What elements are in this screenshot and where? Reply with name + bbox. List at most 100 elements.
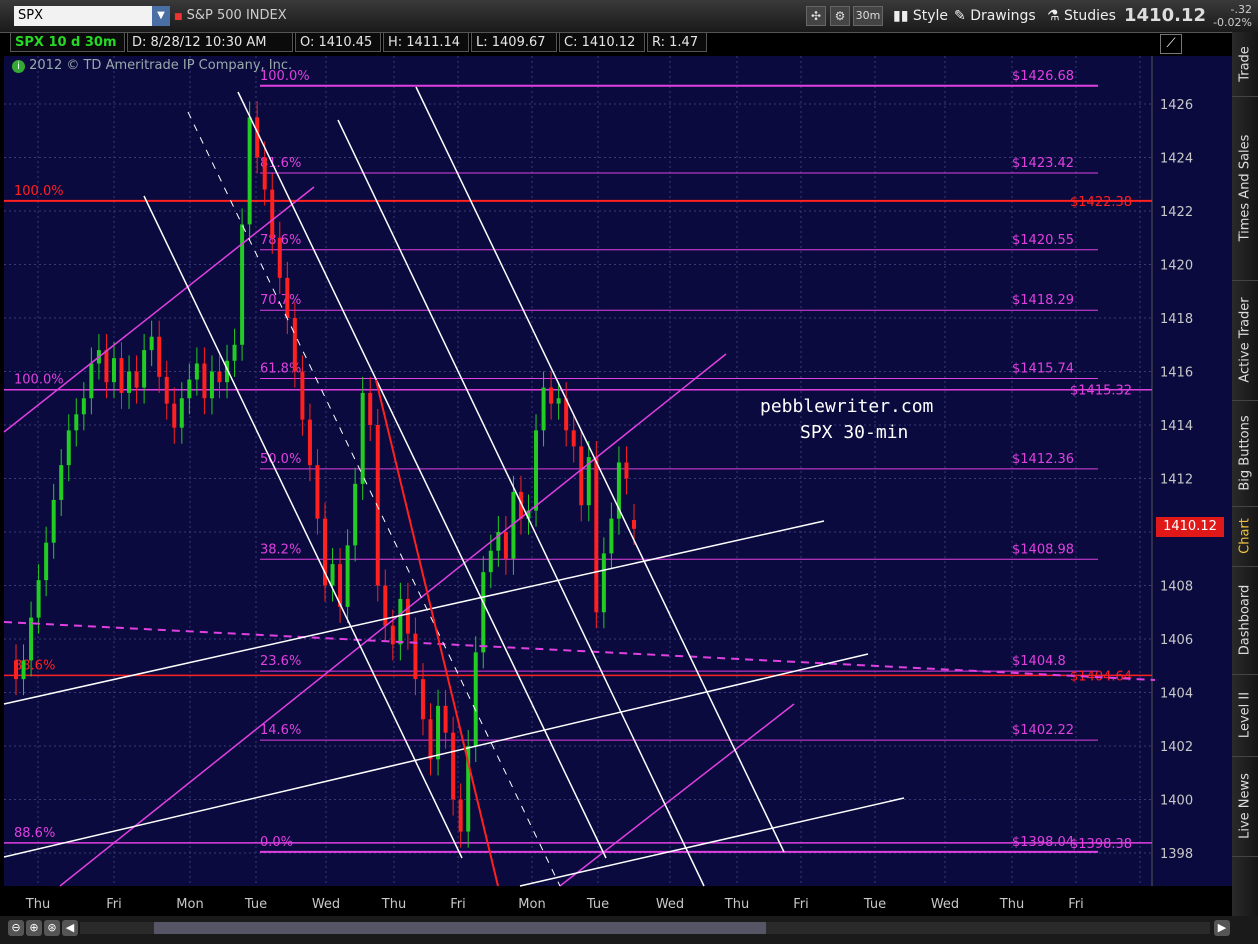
tab-dashboard[interactable]: Dashboard — [1232, 566, 1258, 675]
candle-body — [277, 237, 282, 278]
candle-body — [594, 457, 599, 613]
fib-price-label: $1415.74 — [1012, 361, 1074, 376]
candle-body — [473, 652, 478, 746]
candle-body — [420, 679, 425, 720]
fib-price-label: $1418.29 — [1012, 293, 1074, 308]
candle-body — [360, 392, 365, 484]
price-axis-panel — [1152, 56, 1232, 886]
current-price-label: 1410.12 — [1156, 517, 1224, 537]
x-tick-label: Thu — [25, 897, 50, 912]
candle-body — [74, 414, 79, 431]
zoom-out-icon[interactable]: ⊖ — [8, 920, 24, 936]
scroll-left-icon[interactable]: ◀ — [62, 920, 78, 936]
level-price-label: $1422.38 — [1070, 195, 1132, 210]
fib-level-label: 50.0% — [260, 452, 301, 467]
y-tick-label: 1412 — [1160, 473, 1193, 488]
tab-level-ii[interactable]: Level II — [1232, 674, 1258, 757]
zoom-in-icon[interactable]: ⊕ — [26, 920, 42, 936]
scroll-thumb[interactable] — [154, 922, 766, 934]
candle-body — [247, 117, 252, 225]
x-tick-label: Fri — [106, 897, 122, 912]
candle-body — [270, 189, 275, 238]
scroll-right-icon[interactable]: ▶ — [1214, 920, 1230, 936]
candle-body — [632, 519, 636, 529]
candle-body — [556, 398, 561, 404]
fib-price-label: $1412.36 — [1012, 452, 1074, 467]
y-tick-label: 1426 — [1160, 98, 1193, 113]
candle-body — [21, 660, 26, 680]
candle-body — [579, 446, 584, 506]
candle-body — [104, 350, 109, 383]
y-tick-label: 1418 — [1160, 312, 1193, 327]
candle-body — [413, 633, 418, 680]
tab-big-buttons[interactable]: Big Buttons — [1232, 400, 1258, 507]
x-tick-label: Thu — [999, 897, 1024, 912]
candle-body — [14, 660, 18, 680]
x-tick-label: Thu — [381, 897, 406, 912]
level-pct-label: 100.0% — [14, 373, 64, 388]
tab-trade[interactable]: Trade — [1232, 32, 1258, 97]
candle-body — [89, 363, 94, 399]
candle-body — [345, 545, 350, 607]
y-tick-label: 1424 — [1160, 152, 1193, 167]
x-tick-label: Tue — [863, 897, 886, 912]
tab-live-news[interactable]: Live News — [1232, 756, 1258, 857]
candle-body — [36, 580, 41, 618]
candle-body — [81, 398, 86, 415]
fib-price-label: $1408.98 — [1012, 542, 1074, 557]
zoom-fit-icon[interactable]: ⊛ — [44, 920, 60, 936]
tab-active-trader[interactable]: Active Trader — [1232, 280, 1258, 401]
x-tick-label: Fri — [450, 897, 466, 912]
candle-body — [255, 117, 260, 158]
x-tick-label: Fri — [1068, 897, 1084, 912]
candle-body — [285, 277, 290, 318]
fib-price-label: $1402.22 — [1012, 723, 1074, 738]
y-tick-label: 1404 — [1160, 687, 1193, 702]
candle-body — [375, 425, 380, 586]
scroll-track[interactable] — [80, 922, 1210, 934]
candle-body — [187, 379, 192, 399]
level-pct-label: 100.0% — [14, 184, 64, 199]
candle-body — [488, 550, 493, 573]
level-pct-label: 88.6% — [14, 826, 55, 841]
candle-body — [541, 387, 546, 431]
candle-body — [436, 705, 441, 760]
y-tick-label: 1422 — [1160, 205, 1193, 220]
price-chart[interactable]: 1398140014021404140614081410141214141416… — [0, 0, 1232, 916]
plot-background — [4, 56, 1152, 886]
y-tick-label: 1420 — [1160, 259, 1193, 274]
x-tick-label: Wed — [931, 897, 959, 912]
candle-body — [134, 371, 139, 388]
candle-body — [209, 371, 214, 399]
fib-level-label: 14.6% — [260, 723, 301, 738]
watermark-line2: SPX 30-min — [800, 422, 909, 443]
candle-body — [59, 465, 64, 500]
y-tick-label: 1414 — [1160, 419, 1193, 434]
candle-body — [194, 363, 199, 380]
fib-price-label: $1420.55 — [1012, 233, 1074, 248]
candle-body — [443, 705, 448, 733]
candle-body — [549, 387, 554, 404]
candle-body — [164, 376, 169, 404]
candle-body — [232, 344, 237, 361]
tab-chart[interactable]: Chart — [1232, 506, 1258, 567]
candle-body — [51, 499, 56, 543]
fib-level-label: 38.2% — [260, 542, 301, 557]
candle-body — [390, 625, 395, 645]
candle-body — [458, 799, 463, 832]
x-tick-label: Wed — [312, 897, 340, 912]
candle-body — [451, 732, 456, 800]
candle-body — [315, 465, 320, 519]
candle-body — [405, 598, 410, 634]
candle-body — [149, 336, 154, 351]
candle-body — [262, 157, 267, 190]
candle-body — [571, 430, 576, 447]
candle-body — [481, 572, 486, 653]
tab-times-and-sales[interactable]: Times And Sales — [1232, 96, 1258, 281]
candle-body — [217, 371, 222, 383]
candle-body — [157, 336, 162, 377]
candle-body — [534, 430, 539, 511]
candle-body — [307, 419, 312, 466]
candle-body — [624, 462, 629, 479]
fib-price-label: $1423.42 — [1012, 156, 1074, 171]
